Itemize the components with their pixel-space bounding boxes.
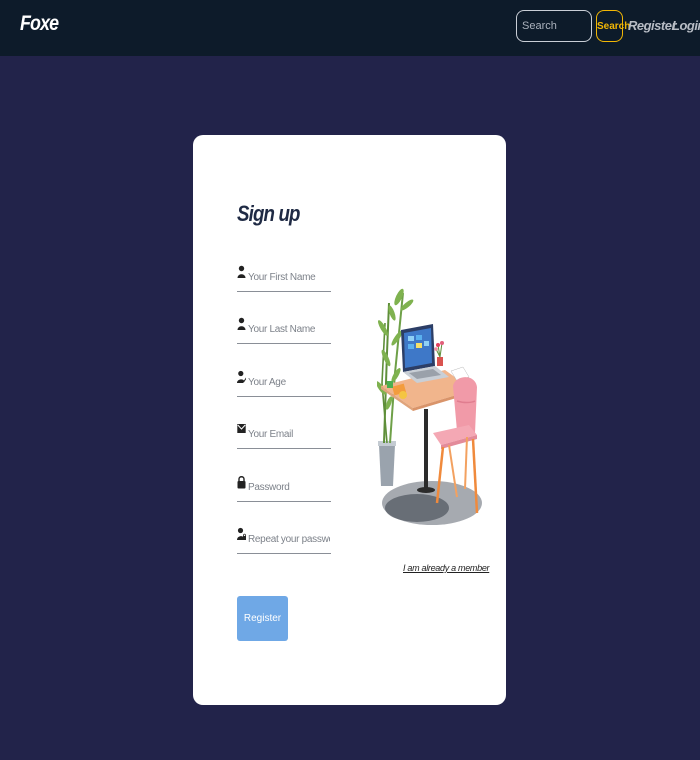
register-button[interactable]: Register: [237, 596, 288, 641]
desk-illustration: [377, 288, 482, 525]
last-name-field: [237, 317, 331, 344]
user-icon: [237, 265, 246, 278]
repeat-password-field: [237, 527, 331, 554]
email-field: [237, 422, 331, 449]
first-name-input[interactable]: [248, 268, 330, 286]
email-input[interactable]: [248, 425, 330, 443]
nav-login-link[interactable]: Login: [672, 18, 700, 33]
password-input[interactable]: [248, 478, 330, 496]
repeat-password-input[interactable]: [248, 530, 330, 548]
brand-logo[interactable]: Foxe: [20, 12, 59, 36]
nav-register-link[interactable]: Register: [628, 18, 677, 33]
user-icon: [237, 317, 246, 330]
already-member-link[interactable]: I am already a member: [403, 563, 490, 573]
age-input[interactable]: [248, 373, 330, 391]
first-name-field: [237, 265, 331, 292]
user-lock-icon: [237, 527, 246, 540]
signup-title: Sign up: [237, 201, 300, 226]
navbar: Foxe Search Register Login: [0, 0, 700, 56]
password-field: [237, 475, 331, 502]
search-input[interactable]: [516, 10, 592, 42]
envelope-icon: [237, 424, 246, 433]
user-edit-icon: [237, 370, 246, 383]
search-button[interactable]: Search: [596, 10, 630, 42]
signup-card: Sign up Your First Name Your Last Name Y…: [193, 135, 506, 705]
age-field: [237, 370, 331, 397]
last-name-input[interactable]: [248, 320, 330, 338]
lock-icon: [237, 476, 246, 489]
